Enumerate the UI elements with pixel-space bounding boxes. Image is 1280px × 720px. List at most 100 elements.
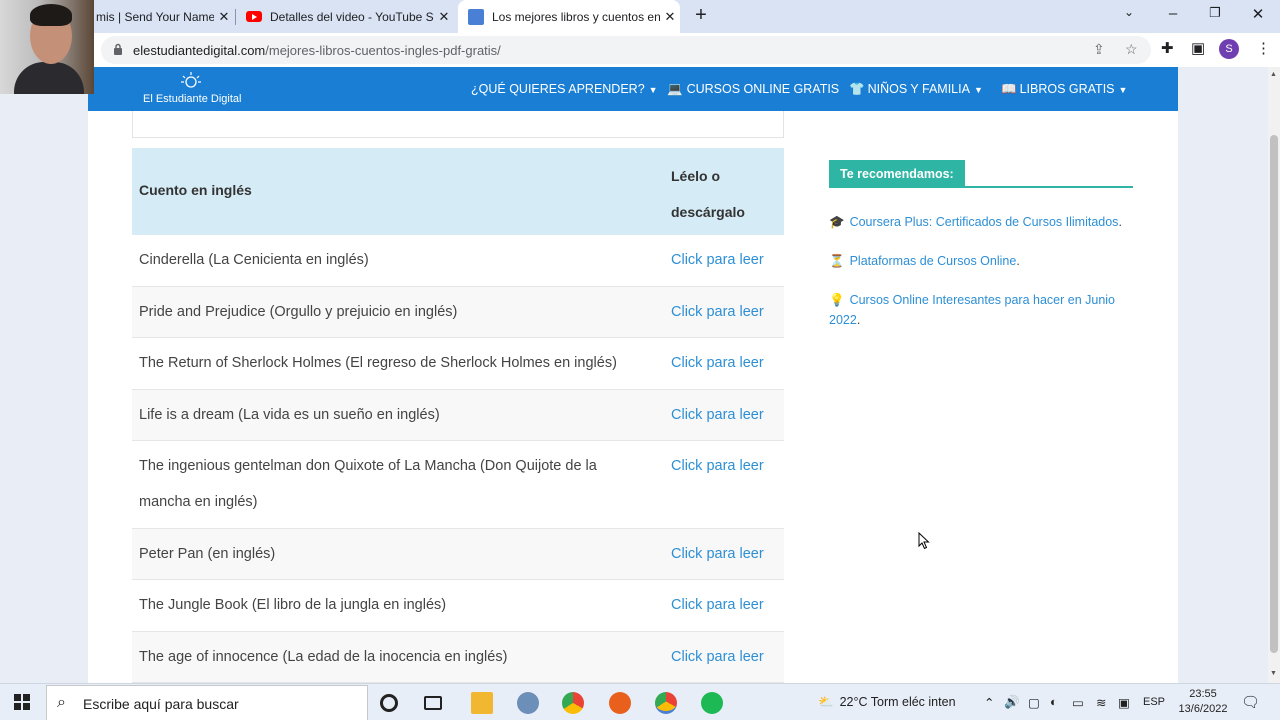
minimize-icon[interactable]: – [1161,5,1185,27]
previous-section-box [132,111,784,138]
read-link[interactable]: Click para leer [671,294,764,330]
cortana-circle-icon[interactable] [380,694,398,712]
spotify-icon[interactable] [701,692,723,714]
table-row: Cinderella (La Cenicienta en inglés) Cli… [132,235,784,287]
new-tab-plus-icon[interactable]: + [690,5,712,27]
table-row: The Jungle Book (El libro de la jungla e… [132,580,784,632]
table-row: The age of innocence (La edad de la inoc… [132,632,784,683]
profile-avatar[interactable]: S [1219,39,1239,59]
tab-title: Los mejores libros y cuentos en i [492,9,660,24]
tab-search-chevron-icon[interactable]: ⌄ [1117,5,1141,27]
tab-active-page[interactable]: Los mejores libros y cuentos en i ✕ [458,0,680,33]
lightbulb-logo-icon [181,72,201,88]
recommendation-link[interactable]: Cursos Online Interesantes para hacer en… [829,293,1115,327]
read-link[interactable]: Click para leer [671,448,764,484]
tab-close-icon[interactable]: ✕ [214,9,234,25]
close-window-icon[interactable]: ✕ [1246,5,1270,27]
battery-icon[interactable]: ▭ [1072,695,1084,710]
site-favicon-icon [468,8,484,25]
recommendation-link[interactable]: Coursera Plus: Certificados de Cursos Il… [850,215,1119,229]
page-viewport: El Estudiante Digital ¿QUÉ QUIERES APREN… [0,67,1268,683]
child-icon: 👕 [849,82,865,96]
windows-start-icon[interactable] [14,694,30,710]
volume-icon[interactable]: 🔊 [1004,695,1020,710]
browser-toolbar: elestudiantedigital.com/mejores-libros-c… [0,33,1280,67]
weather-cloud-icon: ⛅ [818,695,834,709]
table-row: Peter Pan (en inglés) Click para leer [132,529,784,580]
more-menu-icon[interactable]: ⋮ [1256,39,1271,57]
url-text: elestudiantedigital.com/mejores-libros-c… [133,43,501,58]
taskbar-clock[interactable]: 23:55 13/6/2022 [1172,687,1234,717]
browser-tab-strip: mis | Send Your Name ✕ Detalles del vide… [0,0,1280,33]
firefox-icon[interactable] [609,692,631,714]
column-header-read: Léelo o descárgalo [671,168,745,220]
recommendation-link[interactable]: Plataformas de Cursos Online [850,254,1017,268]
clock-date: 13/6/2022 [1178,703,1228,715]
chrome-icon[interactable] [562,692,584,714]
file-explorer-icon[interactable] [471,692,493,714]
tray-chevron-up-icon[interactable]: ⌃ [984,695,994,710]
restore-icon[interactable]: ❐ [1203,5,1227,27]
notifications-icon[interactable]: 🗨 [1241,693,1260,711]
search-placeholder: Escribe aquí para buscar [83,696,239,712]
address-bar[interactable]: elestudiantedigital.com/mejores-libros-c… [101,36,1151,64]
tab-close-icon[interactable]: ✕ [434,9,454,25]
nav-item-ninos-y-familia[interactable]: 👕 NIÑOS Y FAMILIA ▼ [849,82,983,97]
page-content: El Estudiante Digital ¿QUÉ QUIERES APREN… [88,67,1178,683]
webcam-person-hair [30,4,72,26]
tab-send-your-name[interactable]: mis | Send Your Name ✕ [94,0,234,33]
weather-widget[interactable]: ⛅ 22°C Torm eléc inten [818,695,956,710]
story-title: Cinderella (La Cenicienta en inglés) [139,252,369,268]
recommendation-item[interactable]: 💡 Cursos Online Interesantes para hacer e… [829,290,1133,330]
scroll-up-arrow-icon[interactable]: ▲ [1270,71,1277,78]
read-link[interactable]: Click para leer [671,587,764,623]
recommendation-item[interactable]: ⏳ Plataformas de Cursos Online. [829,251,1133,271]
table-row: Pride and Prejudice (Orgullo y prejuicio… [132,287,784,338]
story-title: Peter Pan (en inglés) [139,546,276,562]
tab-youtube-studio[interactable]: Detalles del video - YouTube Stud ✕ [236,0,454,33]
bookmark-star-icon[interactable]: ☆ [1125,41,1138,58]
mouse-pointer-icon [918,532,930,550]
tab-close-icon[interactable]: ✕ [660,9,680,25]
table-row: The ingenious gentelman don Quixote of L… [132,441,784,529]
tray-app-2-icon[interactable]: ◐ [1050,695,1058,709]
nav-item-cursos-online-gratis[interactable]: 💻 CURSOS ONLINE GRATIS [667,82,839,97]
read-link[interactable]: Click para leer [671,536,764,572]
scroll-thumb[interactable] [1270,135,1278,653]
read-link[interactable]: Click para leer [671,639,764,675]
read-link[interactable]: Click para leer [671,397,764,433]
chevron-down-icon: ▼ [973,85,983,95]
extensions-puzzle-icon[interactable]: ✚ [1161,39,1174,57]
graduation-cap-icon: 🎓 [829,215,845,229]
page-scrollbar[interactable]: ▲ ▼ [1268,67,1280,683]
table-row: The Return of Sherlock Holmes (El regres… [132,338,784,390]
read-link[interactable]: Click para leer [671,242,764,278]
recommendation-item[interactable]: 🎓 Coursera Plus: Certificados de Cursos I… [829,212,1133,232]
taskbar-search-box[interactable]: ⌕ Escribe aquí para buscar [46,685,368,720]
tab-title: Detalles del video - YouTube Stud [270,9,434,24]
nav-item-libros-gratis[interactable]: 📖 LIBROS GRATIS ▼ [1001,82,1127,97]
clock-time: 23:55 [1189,688,1217,700]
sidebar-heading: Te recomendamos: [829,160,1133,188]
site-logo-text[interactable]: El Estudiante Digital [143,93,241,105]
language-indicator[interactable]: ESP [1143,696,1165,708]
book-icon: 📖 [1001,82,1017,96]
network-icon[interactable]: ▣ [1118,695,1130,710]
share-icon[interactable]: ⇪ [1093,41,1105,58]
read-link[interactable]: Click para leer [671,345,764,381]
story-title: The ingenious gentelman don Quixote of L… [139,458,597,510]
side-panel-icon[interactable]: ▣ [1191,39,1205,57]
app-globe-icon[interactable] [517,692,539,714]
task-view-icon[interactable] [424,696,442,710]
stories-table: Cuento en inglés Léelo o descárgalo Cind… [132,148,784,683]
chrome-profile-icon[interactable] [655,692,677,714]
webcam-overlay [0,0,94,94]
wifi-icon[interactable]: ≋ [1096,695,1106,710]
scroll-down-arrow-icon[interactable]: ▼ [1270,670,1277,677]
windows-taskbar: ⌕ Escribe aquí para buscar ⛅ 22°C Torm el… [0,683,1280,720]
chevron-down-icon: ▼ [1118,85,1128,95]
story-title: The Jungle Book (El libro de la jungla e… [139,597,447,613]
tray-app-icon[interactable]: ▢ [1028,695,1040,710]
nav-item-que-quieres-aprender[interactable]: ¿QUÉ QUIERES APRENDER? ▼ [471,82,658,96]
lightbulb-icon: 💡 [829,293,845,307]
